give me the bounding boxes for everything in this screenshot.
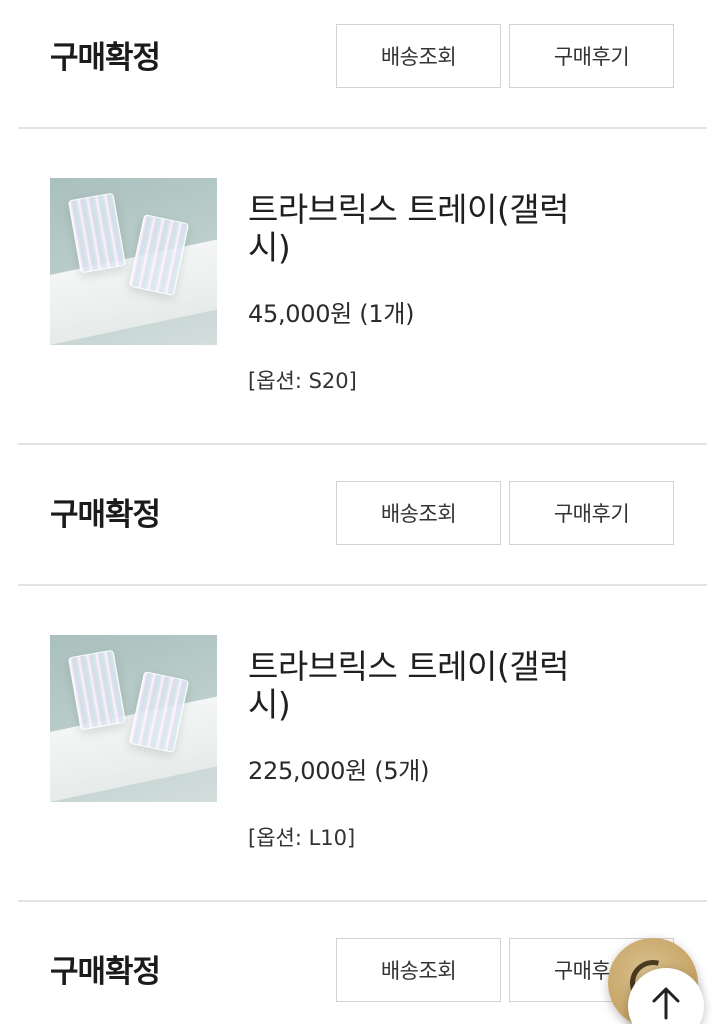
order-status-row: 구매확정 배송조회 구매후기 xyxy=(0,0,725,110)
product-item[interactable]: 트라브릭스 트레이(갤럭시) 45,000원 (1개) [옵션: S20] xyxy=(0,129,725,429)
product-price: 45,000원 (1개) xyxy=(248,300,415,328)
product-price: 225,000원 (5개) xyxy=(248,757,430,785)
order-status-title: 구매확정 xyxy=(50,954,161,990)
track-delivery-button[interactable]: 배송조회 xyxy=(336,24,501,88)
write-review-button[interactable]: 구매후기 xyxy=(509,24,674,88)
order-status-title: 구매확정 xyxy=(50,40,161,76)
product-item[interactable]: 트라브릭스 트레이(갤럭시) 225,000원 (5개) [옵션: L10] xyxy=(0,586,725,886)
write-review-button[interactable]: 구매후기 xyxy=(509,481,674,545)
product-thumbnail[interactable] xyxy=(50,635,217,802)
arrow-up-icon xyxy=(652,987,680,1020)
order-history-page: 구매확정 배송조회 구매후기 트라브릭스 트레이(갤럭시) 45,000원 (1… xyxy=(0,0,725,1024)
product-thumbnail[interactable] xyxy=(50,178,217,345)
order-status-title: 구매확정 xyxy=(50,497,161,533)
divider xyxy=(18,900,707,902)
order-status-row: 구매확정 배송조회 구매후기 xyxy=(0,457,725,567)
product-option: [옵션: L10] xyxy=(248,826,356,850)
product-name[interactable]: 트라브릭스 트레이(갤럭시) xyxy=(248,648,608,724)
product-option: [옵션: S20] xyxy=(248,369,357,393)
divider xyxy=(18,443,707,445)
product-name[interactable]: 트라브릭스 트레이(갤럭시) xyxy=(248,191,608,267)
track-delivery-button[interactable]: 배송조회 xyxy=(336,481,501,545)
track-delivery-button[interactable]: 배송조회 xyxy=(336,938,501,1002)
